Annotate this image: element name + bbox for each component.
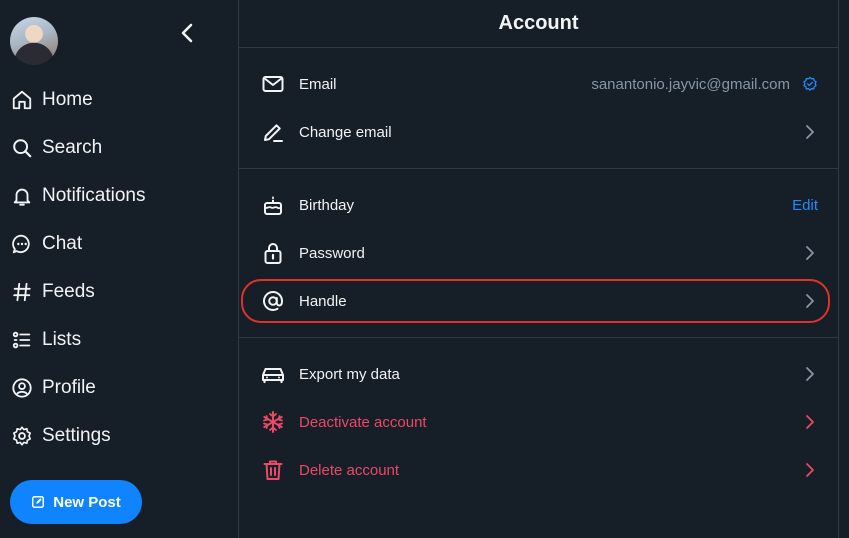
row-label: Export my data bbox=[299, 365, 400, 383]
chevron-left-icon bbox=[181, 23, 193, 43]
deactivate-account-row[interactable]: Deactivate account bbox=[239, 398, 838, 446]
new-post-label: New Post bbox=[53, 493, 121, 511]
email-row: Email sanantonio.jayvic@gmail.com bbox=[239, 60, 838, 108]
row-label: Deactivate account bbox=[299, 413, 427, 431]
chevron-right-icon bbox=[802, 462, 818, 478]
settings-group-data: Export my data Deactivate account Delete bbox=[239, 338, 838, 506]
sidebar-item-search[interactable]: Search bbox=[0, 124, 238, 172]
row-label: Delete account bbox=[299, 461, 400, 479]
compose-icon bbox=[32, 496, 45, 508]
new-post-button[interactable]: New Post bbox=[10, 480, 142, 524]
page-header: Account bbox=[239, 0, 838, 48]
row-label: Birthday bbox=[299, 196, 355, 214]
handle-row[interactable]: Handle bbox=[239, 277, 838, 325]
sidebar-item-label: Feeds bbox=[42, 281, 95, 302]
password-row[interactable]: Password bbox=[239, 229, 838, 277]
sidebar-item-notifications[interactable]: Notifications bbox=[0, 172, 238, 220]
delete-account-row[interactable]: Delete account bbox=[239, 446, 838, 494]
export-data-row[interactable]: Export my data bbox=[239, 350, 838, 398]
edit-birthday-link[interactable]: Edit bbox=[792, 197, 818, 214]
account-settings-panel: Account Email sanantonio.jayvic@gmail.co… bbox=[238, 0, 839, 538]
home-icon bbox=[10, 88, 34, 112]
search-icon bbox=[10, 136, 34, 160]
verified-badge-icon bbox=[802, 76, 818, 92]
sidebar-item-label: Lists bbox=[42, 329, 82, 350]
sidebar-nav: Home Search Notifications Chat Feeds Lis… bbox=[0, 76, 238, 460]
page-title: Account bbox=[498, 12, 579, 34]
sidebar-item-label: Settings bbox=[42, 425, 111, 446]
app-window: Home Search Notifications Chat Feeds Lis… bbox=[0, 0, 849, 538]
chevron-right-icon bbox=[802, 366, 818, 382]
trash-icon bbox=[260, 457, 286, 483]
chevron-right-icon bbox=[802, 245, 818, 261]
sidebar-item-home[interactable]: Home bbox=[0, 76, 238, 124]
sidebar-item-label: Profile bbox=[42, 377, 96, 398]
sidebar-item-profile[interactable]: Profile bbox=[0, 364, 238, 412]
left-sidebar: Home Search Notifications Chat Feeds Lis… bbox=[0, 0, 238, 538]
user-circle-icon bbox=[10, 376, 34, 400]
list-icon bbox=[10, 328, 34, 352]
at-sign-icon bbox=[260, 288, 286, 314]
sidebar-item-label: Search bbox=[42, 137, 103, 158]
hashtag-icon bbox=[10, 280, 34, 304]
chevron-right-icon bbox=[802, 414, 818, 430]
pencil-icon bbox=[260, 119, 286, 145]
row-label: Password bbox=[299, 244, 365, 262]
row-label: Handle bbox=[299, 292, 347, 310]
sidebar-item-settings[interactable]: Settings bbox=[0, 412, 238, 460]
sidebar-item-lists[interactable]: Lists bbox=[0, 316, 238, 364]
chevron-right-icon bbox=[802, 124, 818, 140]
lock-icon bbox=[260, 240, 286, 266]
change-email-row[interactable]: Change email bbox=[239, 108, 838, 156]
settings-group-credentials: Birthday Edit Password Handle bbox=[239, 169, 838, 338]
settings-group-email: Email sanantonio.jayvic@gmail.com Change… bbox=[239, 48, 838, 169]
avatar[interactable] bbox=[10, 17, 58, 65]
car-icon bbox=[260, 361, 286, 387]
chevron-right-icon bbox=[802, 293, 818, 309]
chat-bubble-icon bbox=[10, 232, 34, 256]
envelope-icon bbox=[260, 71, 286, 97]
sidebar-item-label: Home bbox=[42, 89, 93, 110]
bell-icon bbox=[10, 184, 34, 208]
sidebar-item-label: Chat bbox=[42, 233, 83, 254]
snowflake-icon bbox=[260, 409, 286, 435]
row-label: Change email bbox=[299, 123, 392, 141]
collapse-sidebar-button[interactable] bbox=[172, 18, 202, 48]
gear-icon bbox=[10, 424, 34, 448]
sidebar-item-label: Notifications bbox=[42, 185, 146, 206]
sidebar-item-chat[interactable]: Chat bbox=[0, 220, 238, 268]
cake-icon bbox=[260, 192, 286, 218]
email-value: sanantonio.jayvic@gmail.com bbox=[591, 75, 790, 93]
row-label: Email bbox=[299, 75, 337, 93]
sidebar-item-feeds[interactable]: Feeds bbox=[0, 268, 238, 316]
birthday-row: Birthday Edit bbox=[239, 181, 838, 229]
